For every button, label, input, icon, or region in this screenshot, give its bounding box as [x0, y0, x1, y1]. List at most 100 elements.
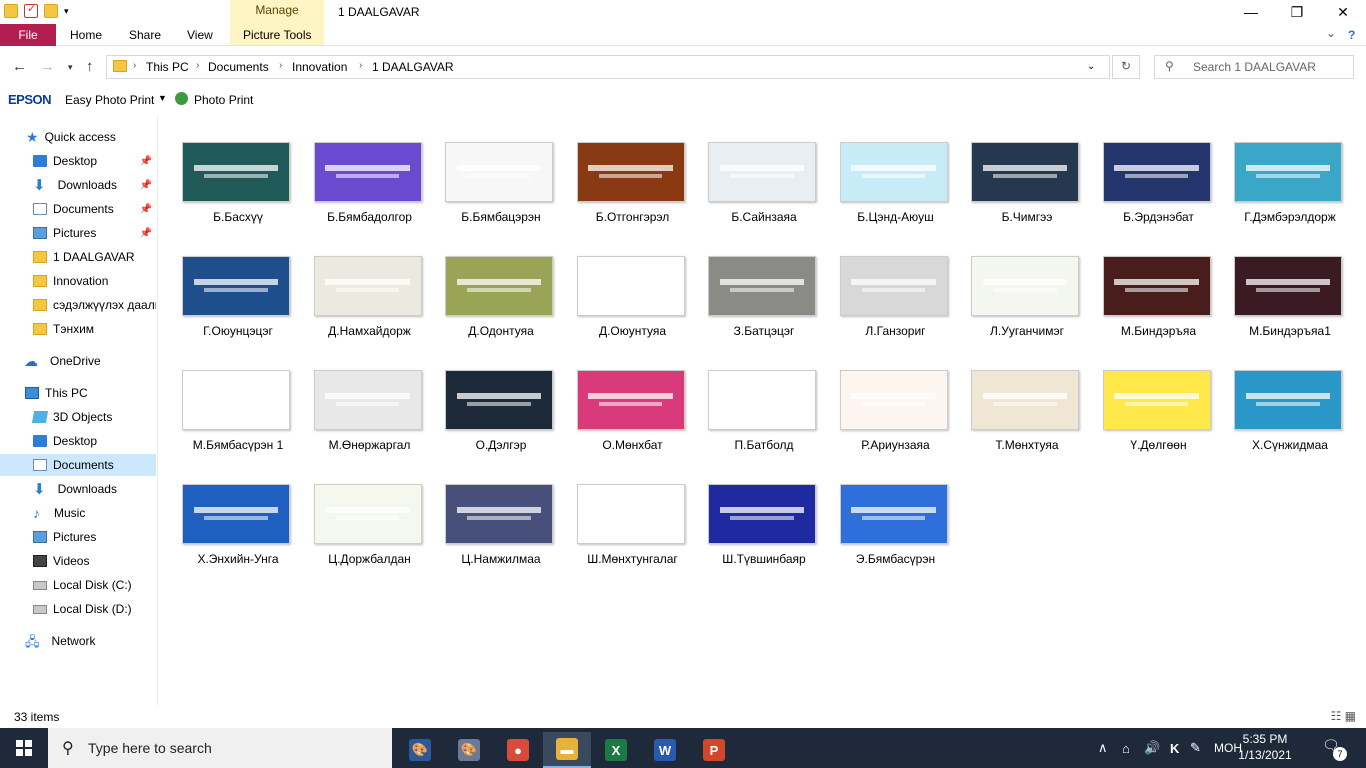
file-tile[interactable]: Б.Бямбацэрэн — [435, 118, 567, 230]
file-tile[interactable]: Б.Эрдэнэбат — [1093, 118, 1225, 230]
maximize-button[interactable]: ❐ — [1274, 0, 1320, 24]
chevron-right-icon[interactable]: › — [359, 60, 362, 71]
address-dropdown-chevron-icon[interactable]: ⌄ — [1087, 61, 1095, 72]
new-folder-icon[interactable] — [44, 4, 58, 18]
file-tile[interactable]: Э.Бямбасүрэн — [830, 460, 962, 572]
start-button[interactable] — [0, 728, 48, 768]
file-tile[interactable]: Б.Бямбадолгор — [304, 118, 436, 230]
tab-view[interactable]: View — [187, 28, 213, 42]
file-tile[interactable]: П.Батболд — [698, 346, 830, 458]
file-tile[interactable]: Ш.Түвшинбаяр — [698, 460, 830, 572]
show-hidden-icons-chevron-icon[interactable]: ∧ — [1098, 728, 1108, 768]
file-tile[interactable]: Ш.Мөнхтунгалаг — [567, 460, 699, 572]
file-tile[interactable]: Б.Чимгээ — [961, 118, 1093, 230]
file-tile[interactable]: Ү.Дөлгөөн — [1093, 346, 1225, 458]
sidebar-item-pictures-pc[interactable]: Pictures — [0, 526, 156, 548]
file-tile[interactable]: Т.Мөнхтуяа — [961, 346, 1093, 458]
sidebar-item-local-disk-c[interactable]: Local Disk (C:) — [0, 574, 156, 596]
search-box[interactable]: ⚲ Search 1 DAALGAVAR — [1154, 55, 1354, 79]
breadcrumb-innovation[interactable]: Innovation — [292, 60, 347, 74]
breadcrumb-documents[interactable]: Documents — [208, 60, 269, 74]
sidebar-item-onedrive[interactable]: ☁ OneDrive — [0, 350, 156, 372]
file-tile[interactable]: Л.Ууганчимэг — [961, 232, 1093, 344]
sidebar-item-downloads[interactable]: ⬇ Downloads 📌 — [0, 174, 156, 196]
sidebar-item-local-disk-d[interactable]: Local Disk (D:) — [0, 598, 156, 620]
chevron-right-icon[interactable]: › — [133, 60, 136, 71]
sidebar-item-documents-pc[interactable]: Documents — [0, 454, 156, 476]
file-tile[interactable]: М.Өнөржаргал — [304, 346, 436, 458]
file-tile[interactable]: Х.Энхийн-Унга — [172, 460, 304, 572]
file-tile[interactable]: Б.Сайнзаяа — [698, 118, 830, 230]
file-tile[interactable]: О.Дэлгэр — [435, 346, 567, 458]
tab-share[interactable]: Share — [129, 28, 161, 42]
sidebar-item-this-pc[interactable]: This PC — [0, 382, 156, 404]
keyboard-k-icon[interactable]: K — [1170, 728, 1179, 768]
sidebar-item-3d-objects[interactable]: 3D Objects — [0, 406, 156, 428]
sidebar-item-desktop[interactable]: Desktop 📌 — [0, 150, 156, 172]
sidebar-item-documents[interactable]: Documents 📌 — [0, 198, 156, 220]
tab-home[interactable]: Home — [70, 28, 102, 42]
forward-arrow-icon[interactable]: → — [40, 58, 55, 75]
sidebar-item-downloads-pc[interactable]: ⬇ Downloads — [0, 478, 156, 500]
file-tile[interactable]: Д.Намхайдорж — [304, 232, 436, 344]
sidebar-item-videos[interactable]: Videos — [0, 550, 156, 572]
chevron-right-icon[interactable]: › — [196, 60, 199, 71]
sidebar-item-tenhim[interactable]: Тэнхим — [0, 318, 156, 340]
taskbar-app[interactable]: X — [592, 732, 640, 768]
taskbar-app[interactable]: 🎨 — [396, 732, 444, 768]
sidebar-item-1-daalgavar[interactable]: 1 DAALGAVAR — [0, 246, 156, 268]
expand-ribbon-chevron-icon[interactable]: ⌄ — [1326, 26, 1336, 40]
file-tile[interactable]: О.Мөнхбат — [567, 346, 699, 458]
help-icon[interactable]: ? — [1348, 28, 1355, 42]
file-tile[interactable]: Х.Сүнжидмаа — [1224, 346, 1356, 458]
file-tile[interactable]: Г.Дэмбэрэлдорж — [1224, 118, 1356, 230]
taskbar-app[interactable]: 🎨 — [445, 732, 493, 768]
file-tile[interactable]: Д.Оюунтуяа — [567, 232, 699, 344]
file-tile[interactable]: М.Биндэръяа — [1093, 232, 1225, 344]
tab-file[interactable]: File — [0, 24, 56, 46]
file-tile[interactable]: Д.Одонтуяа — [435, 232, 567, 344]
taskbar-search-box[interactable]: ⚲ Type here to search — [48, 728, 392, 768]
recent-locations-chevron-icon[interactable]: ▾ — [68, 62, 73, 73]
folder-icon[interactable] — [4, 4, 18, 18]
sidebar-item-desktop-pc[interactable]: Desktop — [0, 430, 156, 452]
customize-toolbar-chevron-icon[interactable]: ▾ — [64, 6, 69, 17]
file-tile[interactable]: Р.Ариунзаяа — [830, 346, 962, 458]
file-tile[interactable]: Б.Отгонгэрэл — [567, 118, 699, 230]
sidebar-item-music[interactable]: ♪ Music — [0, 502, 156, 524]
breadcrumb-1-daalgavar[interactable]: 1 DAALGAVAR — [372, 60, 454, 74]
chevron-right-icon[interactable]: › — [279, 60, 282, 71]
sidebar-item-pictures[interactable]: Pictures 📌 — [0, 222, 156, 244]
file-tile[interactable]: Б.Басхүү — [172, 118, 304, 230]
refresh-button[interactable]: ↻ — [1112, 55, 1140, 79]
sidebar-item-quick-access[interactable]: ★ Quick access — [0, 126, 156, 148]
photo-print-button[interactable]: Photo Print — [194, 93, 253, 107]
easy-photo-print-dropdown-icon[interactable]: ▼ — [158, 93, 167, 103]
file-tile[interactable]: Б.Цэнд-Аюуш — [830, 118, 962, 230]
easy-photo-print-button[interactable]: Easy Photo Print — [65, 93, 154, 107]
taskbar-app[interactable]: ▬ — [543, 732, 591, 768]
minimize-button[interactable]: — — [1228, 0, 1274, 24]
back-arrow-icon[interactable]: ← — [12, 58, 27, 75]
file-tile[interactable]: М.Биндэръяа1 — [1224, 232, 1356, 344]
taskbar-app[interactable]: ● — [494, 732, 542, 768]
network-tray-icon[interactable]: ⌂ — [1122, 728, 1130, 768]
close-button[interactable]: ✕ — [1320, 0, 1366, 24]
view-toggle-icons[interactable]: ☷ ▦ — [1331, 709, 1356, 723]
clock[interactable]: 5:35 PM 1/13/2021 — [1224, 731, 1306, 763]
taskbar-app[interactable]: W — [641, 732, 689, 768]
file-tile[interactable]: М.Бямбасүрэн 1 — [172, 346, 304, 458]
pen-icon[interactable]: ✎ — [1190, 728, 1201, 768]
address-bar[interactable]: › This PC › Documents › Innovation › 1 D… — [106, 55, 1110, 79]
sidebar-item-network[interactable]: 🖧 Network — [0, 630, 156, 652]
sidebar-item-innovation[interactable]: Innovation — [0, 270, 156, 292]
file-tile[interactable]: З.Батцэцэг — [698, 232, 830, 344]
breadcrumb-this-pc[interactable]: This PC — [146, 60, 189, 74]
notifications-icon[interactable]: 🗨 7 — [1322, 737, 1347, 761]
properties-icon[interactable] — [24, 2, 38, 18]
file-tile[interactable]: Ц.Намжилмаа — [435, 460, 567, 572]
up-arrow-icon[interactable]: ↑ — [86, 58, 94, 75]
file-tile[interactable]: Г.Оюунцэцэг — [172, 232, 304, 344]
file-tile[interactable]: Ц.Доржбалдан — [304, 460, 436, 572]
sidebar-item-sedeljuuleh[interactable]: сэдэлжүүлэх даалг — [0, 294, 156, 316]
